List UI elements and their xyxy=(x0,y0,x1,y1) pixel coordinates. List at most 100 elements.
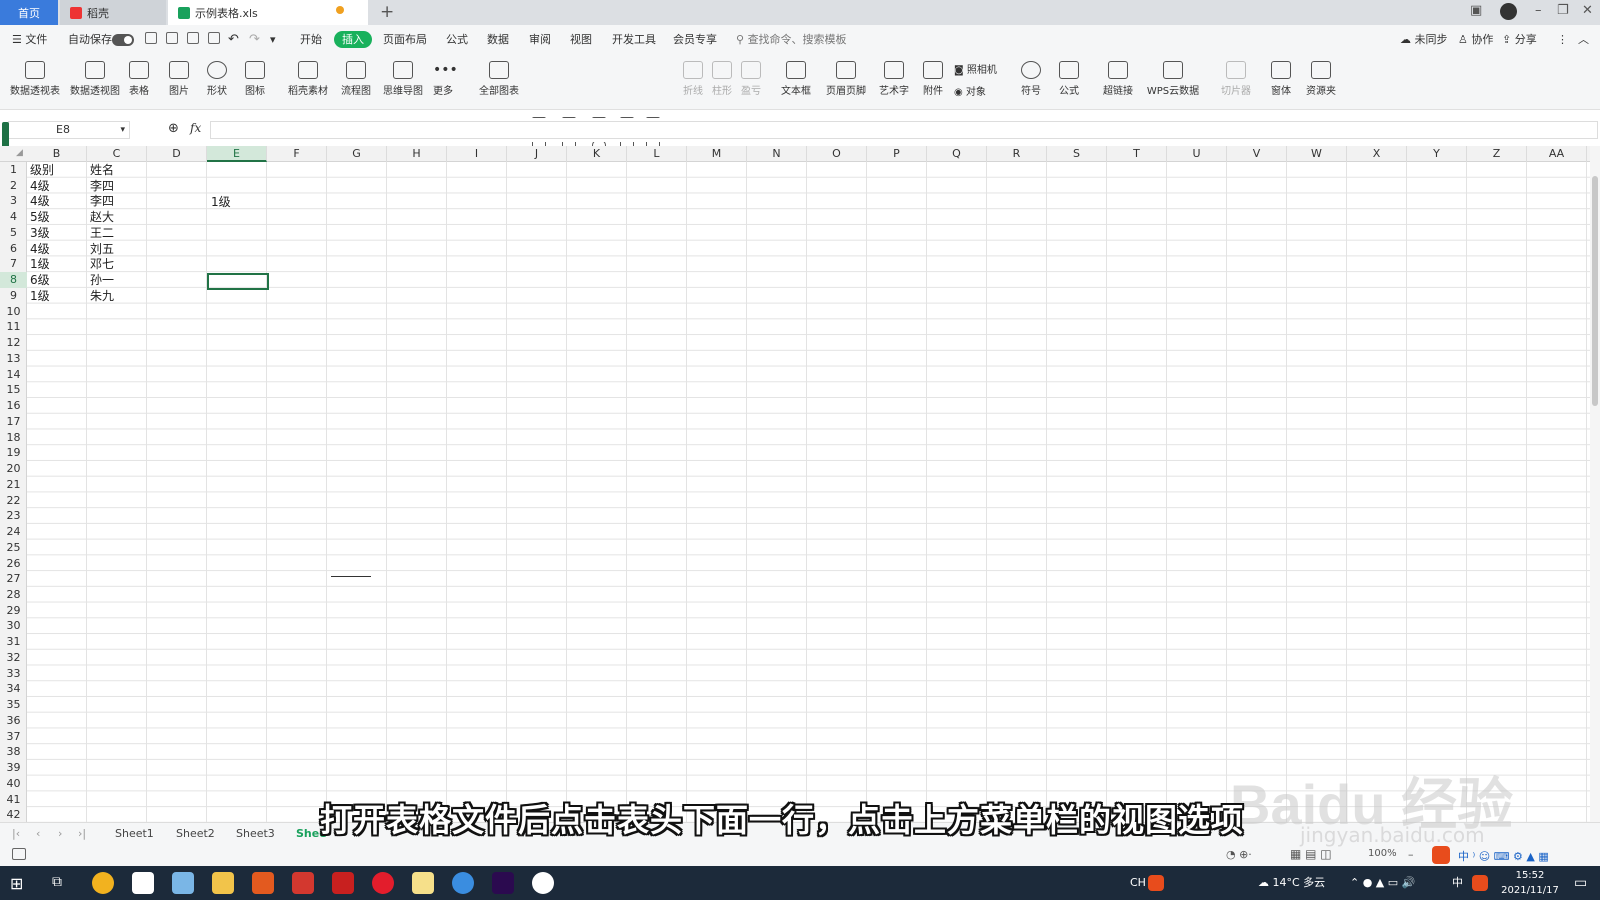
row-header-41[interactable]: 41 xyxy=(0,792,27,808)
row-header-3[interactable]: 3 xyxy=(0,193,27,209)
pivot-chart-button[interactable]: 数据透视图 xyxy=(68,55,122,107)
row-header-21[interactable]: 21 xyxy=(0,477,27,493)
column-header-g[interactable]: G xyxy=(327,146,387,162)
column-header-w[interactable]: W xyxy=(1287,146,1347,162)
row-header-19[interactable]: 19 xyxy=(0,445,27,461)
macro-record-icon[interactable] xyxy=(12,848,26,860)
picture-button[interactable]: 图片 xyxy=(164,55,194,107)
row-header-32[interactable]: 32 xyxy=(0,650,27,666)
cell-e3[interactable]: 1级 xyxy=(211,194,231,210)
cell-b6[interactable]: 4级 xyxy=(30,241,50,257)
column-header-u[interactable]: U xyxy=(1167,146,1227,162)
view-mode-icons[interactable]: ▦ ▤ ◫ xyxy=(1290,847,1332,861)
row-header-36[interactable]: 36 xyxy=(0,713,27,729)
column-header-e[interactable]: E xyxy=(207,146,267,162)
chrome-icon[interactable] xyxy=(92,872,114,894)
menu-insert[interactable]: 插入 xyxy=(334,31,372,48)
shape-button[interactable]: 形状 xyxy=(202,55,232,107)
row-header-37[interactable]: 37 xyxy=(0,729,27,745)
tray-icons[interactable]: ⌃ ● ▲ ▭ 🔊 xyxy=(1350,866,1415,900)
pivot-table-button[interactable]: 数据透视表 xyxy=(8,55,62,107)
column-header-b[interactable]: B xyxy=(27,146,87,162)
row-header-34[interactable]: 34 xyxy=(0,681,27,697)
minimize-icon[interactable]: – xyxy=(1535,3,1542,18)
row-header-18[interactable]: 18 xyxy=(0,430,27,446)
layout-icon[interactable]: ▣ xyxy=(1470,3,1482,18)
app-icon-3[interactable] xyxy=(172,872,194,894)
app-icon-9[interactable] xyxy=(412,872,434,894)
row-header-40[interactable]: 40 xyxy=(0,776,27,792)
ppt-icon[interactable] xyxy=(252,872,274,894)
row-header-24[interactable]: 24 xyxy=(0,524,27,540)
app-icon-12[interactable] xyxy=(532,872,554,894)
table-button[interactable]: 表格 xyxy=(126,55,152,107)
ime-toolbar-icons[interactable]: 中 ⁾ ☺ ⌨ ⚙ ▲ ▦ xyxy=(1458,848,1549,864)
tab-file[interactable]: 示例表格.xls xyxy=(168,0,368,25)
row-header-28[interactable]: 28 xyxy=(0,587,27,603)
cell-b3[interactable]: 4级 xyxy=(30,193,50,209)
cell-c4[interactable]: 赵大 xyxy=(90,209,114,225)
row-header-6[interactable]: 6 xyxy=(0,241,27,257)
column-header-y[interactable]: Y xyxy=(1407,146,1467,162)
notification-icon[interactable]: ▭ xyxy=(1574,866,1587,900)
mindmap-button[interactable]: 思维导图 xyxy=(380,55,426,107)
column-header-x[interactable]: X xyxy=(1347,146,1407,162)
column-header-o[interactable]: O xyxy=(807,146,867,162)
selected-cell[interactable] xyxy=(207,273,269,290)
daoke-material-button[interactable]: 稻壳素材 xyxy=(286,55,330,107)
music-icon[interactable] xyxy=(372,872,394,894)
cell-c6[interactable]: 刘五 xyxy=(90,241,114,257)
close-icon[interactable]: ✕ xyxy=(1582,3,1593,18)
cell-grid[interactable]: 级别 4级 4级 5级 3级 4级 1级 6级 1级 姓名 李四 李四 赵大 王二 刘五 邓七 孙一 朱九 1级 xyxy=(27,162,1590,822)
cell-c1[interactable]: 姓名 xyxy=(90,162,114,178)
row-header-42[interactable]: 42 xyxy=(0,807,27,823)
slicer-button[interactable]: 切片器 xyxy=(1220,55,1252,107)
zoom-level[interactable]: 100% xyxy=(1368,848,1397,859)
avatar[interactable] xyxy=(1500,3,1517,20)
sheet-tab-2[interactable]: Sheet2 xyxy=(176,827,215,840)
resource-folder-button[interactable]: 资源夹 xyxy=(1304,55,1338,107)
sheet-tab-3[interactable]: Sheet3 xyxy=(236,827,275,840)
formula-input[interactable] xyxy=(210,121,1598,139)
fx-label[interactable]: fx xyxy=(190,121,201,135)
name-box[interactable]: E8 ▾ xyxy=(8,121,130,139)
row-header-5[interactable]: 5 xyxy=(0,225,27,241)
lang-indicator[interactable]: CH xyxy=(1130,866,1146,900)
menu-review[interactable]: 审阅 xyxy=(529,25,551,55)
sparkline-column-button[interactable]: 柱形 xyxy=(709,55,735,107)
save-icon[interactable] xyxy=(145,32,157,44)
zoom-minus-icon[interactable]: – xyxy=(1408,848,1414,861)
column-header-t[interactable]: T xyxy=(1107,146,1167,162)
row-header-16[interactable]: 16 xyxy=(0,398,27,414)
column-header-f[interactable]: F xyxy=(267,146,327,162)
menu-file[interactable]: ☰ 文件 xyxy=(12,25,47,55)
sogou-tray-icon[interactable] xyxy=(1148,875,1164,891)
header-footer-button[interactable]: 页眉页脚 xyxy=(824,55,868,107)
wordart-button[interactable]: 艺术字 xyxy=(874,55,914,107)
menu-data[interactable]: 数据 xyxy=(487,25,509,55)
hyperlink-button[interactable]: 超链接 xyxy=(1100,55,1136,107)
more-menu-icon[interactable]: ⋮ xyxy=(1557,25,1568,55)
row-header-31[interactable]: 31 xyxy=(0,634,27,650)
row-header-12[interactable]: 12 xyxy=(0,335,27,351)
sparkline-winloss-button[interactable]: 盈亏 xyxy=(738,55,764,107)
sheet-next-icon[interactable]: › xyxy=(58,827,62,840)
row-header-8[interactable]: 8 xyxy=(0,272,27,289)
more-button[interactable]: ••• 更多 xyxy=(428,55,458,107)
weather-widget[interactable]: ☁ 14°C 多云 xyxy=(1258,866,1325,900)
column-header-m[interactable]: M xyxy=(687,146,747,162)
windows-start-icon[interactable]: ⊞ xyxy=(10,874,23,893)
textbox-button[interactable]: 文本框 xyxy=(776,55,816,107)
browser-icon[interactable] xyxy=(452,872,474,894)
all-charts-button[interactable]: 全部图表 xyxy=(474,55,524,107)
menu-start[interactable]: 开始 xyxy=(300,25,322,55)
vertical-scrollbar[interactable] xyxy=(1590,146,1600,822)
wps-doc-icon[interactable] xyxy=(292,872,314,894)
row-header-9[interactable]: 9 xyxy=(0,288,27,304)
row-header-10[interactable]: 10 xyxy=(0,304,27,320)
sheet-first-icon[interactable]: |‹ xyxy=(12,827,20,840)
cell-b5[interactable]: 3级 xyxy=(30,225,50,241)
notepad-icon[interactable] xyxy=(132,872,154,894)
cell-b9[interactable]: 1级 xyxy=(30,288,50,304)
cell-c7[interactable]: 邓七 xyxy=(90,256,114,272)
